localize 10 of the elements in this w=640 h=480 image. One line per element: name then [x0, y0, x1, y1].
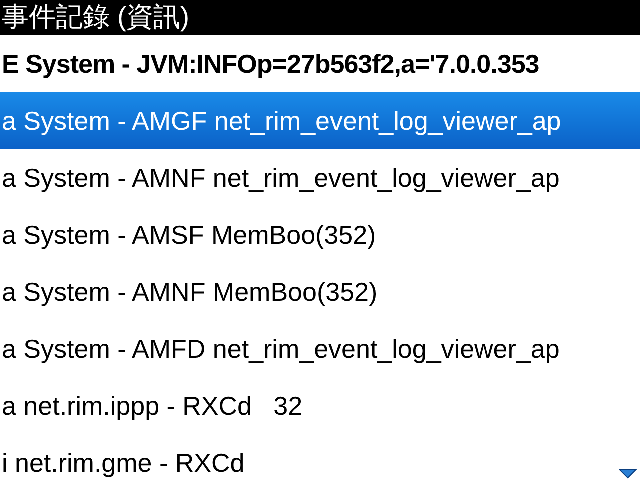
event-row[interactable]: a System - AMNF MemBoo(352) — [0, 263, 640, 320]
window-title: 事件記錄 (資訊) — [2, 4, 190, 31]
event-row[interactable]: E System - JVM:INFOp=27b563f2,a='7.0.0.353 — [0, 35, 640, 92]
event-row[interactable]: i net.rim.gme - RXCd — [0, 434, 640, 480]
event-row[interactable]: a System - AMFD net_rim_event_log_viewer_ap — [0, 320, 640, 377]
event-row[interactable]: a System - AMGF net_rim_event_log_viewer_ap — [0, 92, 640, 149]
event-row[interactable]: a net.rim.ippp - RXCd 32 — [0, 377, 640, 434]
event-row[interactable]: a System - AMNF net_rim_event_log_viewer_ap — [0, 149, 640, 206]
scroll-down-icon — [619, 469, 637, 479]
event-row[interactable]: a System - AMSF MemBoo(352) — [0, 206, 640, 263]
